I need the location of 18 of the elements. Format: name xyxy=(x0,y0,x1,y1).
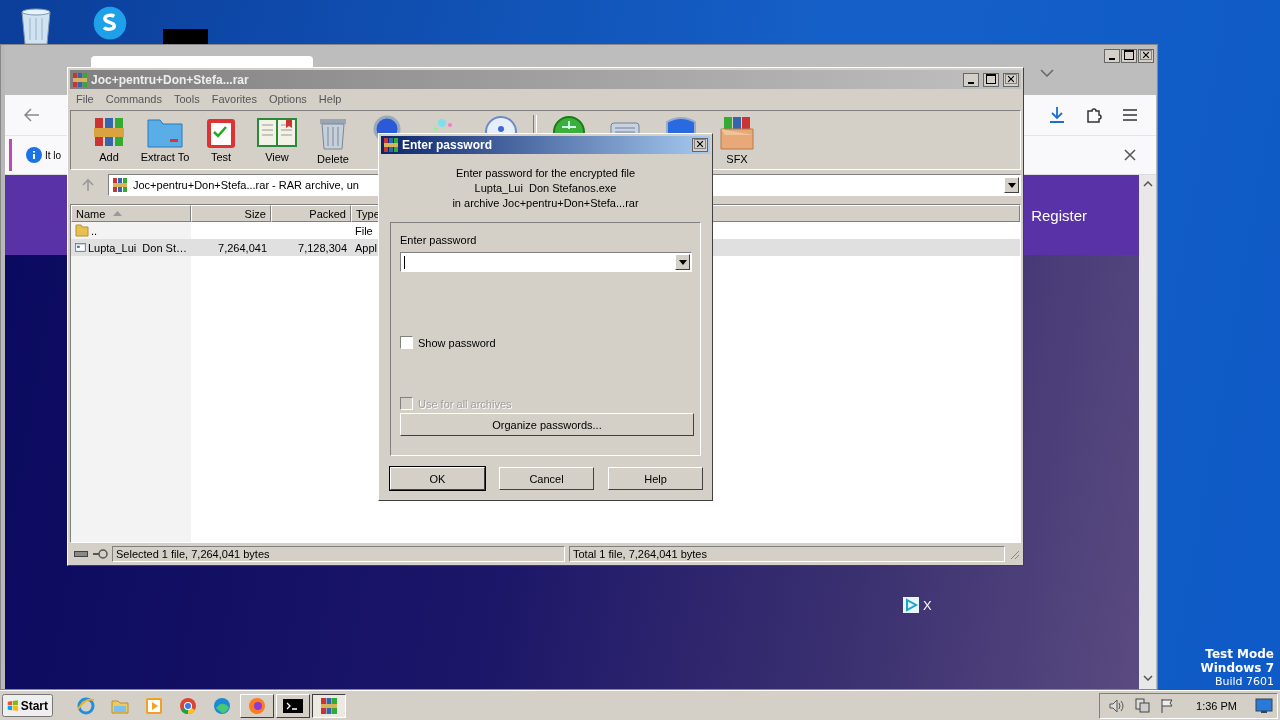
file-name: .. xyxy=(91,224,98,237)
os-info-text: Build 7601 xyxy=(1214,675,1274,689)
file-size: 7,264,041 xyxy=(218,241,267,254)
file-type: Appl xyxy=(355,241,378,254)
os-info-text: Test Mode xyxy=(1205,647,1274,661)
file-name: Lupta_Lui Don St… xyxy=(87,241,187,254)
status-text: Total 1 file, 7,264,041 bytes xyxy=(569,546,1005,562)
infobar-text: It lo xyxy=(45,149,62,161)
dialog-title: Enter password xyxy=(402,138,493,152)
dialog-message: in archive Joc+pentru+Don+Stefa...rar xyxy=(452,196,639,211)
field-label: Enter password xyxy=(400,233,477,247)
os-info-text: Windows 7 xyxy=(1200,661,1274,675)
packed-size: 7,128,304 xyxy=(298,241,347,254)
dialog-message: Lupta_Lui Don Stefanos.exe xyxy=(474,181,617,196)
file-type: File xyxy=(355,224,373,237)
dialog-message: Enter password for the encrypted file xyxy=(455,166,636,181)
window-title: Joc+pentru+Don+Stefa...rar xyxy=(91,72,249,87)
status-text: Selected 1 file, 7,264,041 bytes xyxy=(112,546,565,562)
